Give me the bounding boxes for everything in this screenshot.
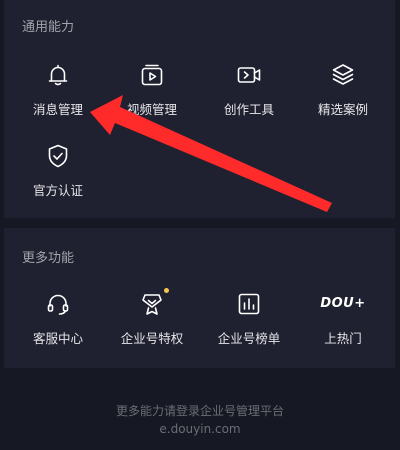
- bar-chart-icon: [236, 291, 262, 317]
- grid-item-message-management[interactable]: 消息管理: [10, 62, 106, 128]
- grid-item-enterprise-privileges[interactable]: 企业号特权: [104, 288, 200, 357]
- grid-item-label: 精选案例: [317, 102, 368, 117]
- grid-item-label: 企业号特权: [120, 331, 184, 346]
- medal-icon: [139, 291, 165, 317]
- grid-item-label: 官方认证: [32, 183, 83, 198]
- grid-item-label: 消息管理: [32, 102, 83, 117]
- notification-dot: [164, 288, 169, 293]
- grid-item-official-certification[interactable]: 官方认证: [10, 143, 106, 209]
- grid-item-label: 创作工具: [223, 102, 274, 117]
- grid-item-trending[interactable]: DOU+ 上热门: [295, 291, 391, 357]
- video-camera-icon: [236, 62, 262, 88]
- grid-item-customer-service[interactable]: 客服中心: [10, 291, 106, 357]
- grid-item-label: 企业号榜单: [217, 331, 281, 346]
- footer-domain: e.douyin.com: [159, 422, 241, 436]
- video-library-icon: [139, 62, 165, 88]
- grid-item-featured-cases[interactable]: 精选案例: [295, 62, 391, 128]
- section-title-more: 更多功能: [22, 251, 75, 266]
- grid-item-label: 客服中心: [32, 331, 83, 346]
- layers-icon: [330, 62, 356, 88]
- headset-icon: [45, 291, 71, 317]
- bell-icon: [45, 62, 71, 88]
- grid-item-video-management[interactable]: 视频管理: [104, 62, 200, 128]
- footer-hint: 更多能力请登录企业号管理平台: [115, 404, 284, 418]
- section-title-general: 通用能力: [22, 20, 75, 35]
- shield-check-icon: [45, 143, 71, 169]
- grid-item-label: 视频管理: [126, 102, 177, 117]
- grid-item-enterprise-ranking[interactable]: 企业号榜单: [201, 291, 297, 357]
- general-abilities-panel: 通用能力 消息管理 视频管理 创作工具 精选案例 官方认证: [4, 0, 395, 218]
- dou-plus-icon: DOU+: [320, 296, 366, 311]
- grid-item-creation-tools[interactable]: 创作工具: [201, 62, 297, 128]
- more-features-panel: 更多功能 客服中心 企业号特权 企业号榜单 DOU+ 上热门: [4, 228, 395, 368]
- grid-item-label: 上热门: [324, 331, 362, 346]
